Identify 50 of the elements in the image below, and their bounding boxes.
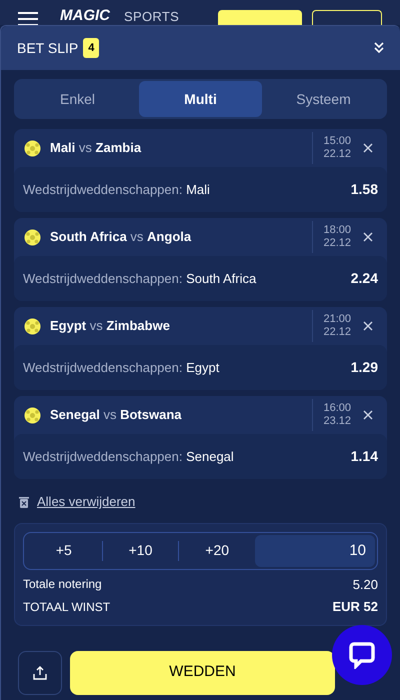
close-icon[interactable]	[363, 410, 373, 420]
bet-slip-title: BET SLIP	[17, 38, 78, 58]
odds-value: 1.29	[350, 358, 378, 377]
match-date: 22.12	[323, 237, 351, 250]
ball-icon	[24, 406, 41, 424]
odds-value: 2.24	[350, 269, 378, 288]
total-label: TOTAAL WINST	[23, 598, 110, 616]
chat-icon	[348, 641, 376, 669]
match-date: 22.12	[323, 326, 351, 339]
quick-amount-button[interactable]: +5	[26, 534, 102, 566]
share-icon	[33, 666, 47, 680]
quick-amount-button[interactable]: +10	[102, 534, 178, 566]
ball-icon	[24, 140, 41, 156]
close-icon[interactable]	[363, 143, 373, 153]
collapse-icon[interactable]	[374, 42, 384, 54]
logo-text: MAGIC	[60, 8, 110, 23]
market-pick: Wedstrijdweddenschappen: South Africa	[23, 270, 256, 288]
total-value: EUR 52	[332, 598, 378, 616]
trash-icon[interactable]	[19, 496, 29, 508]
odds-value: 1.14	[350, 447, 378, 466]
share-button[interactable]	[18, 650, 62, 694]
match-title: Mali vs Zambia	[50, 139, 142, 158]
match-time: 15:00	[323, 135, 351, 148]
close-icon[interactable]	[363, 321, 373, 331]
market-pick: Wedstrijdweddenschappen: Senegal	[23, 448, 234, 466]
match-date: 22.12	[323, 148, 351, 161]
ball-icon	[24, 228, 41, 246]
remove-all-link[interactable]: Alles verwijderen	[37, 492, 136, 512]
match-time: 16:00	[323, 402, 351, 415]
place-bet-button[interactable]: WEDDEN	[70, 650, 335, 694]
total-value: 5.20	[352, 576, 378, 594]
match-date: 23.12	[323, 415, 351, 428]
market-pick: Wedstrijdweddenschappen: Mali	[23, 180, 210, 199]
match-title: Egypt vs Zimbabwe	[50, 317, 170, 336]
match-time: 21:00	[323, 313, 351, 326]
bet-type-tab[interactable]: Enkel	[16, 81, 139, 117]
match-title: South Africa vs Angola	[50, 228, 192, 246]
total-label: Totale notering	[23, 576, 102, 594]
bet-type-tab[interactable]: Multi	[139, 81, 262, 117]
stake-input[interactable]: 10	[255, 534, 376, 566]
match-time: 18:00	[323, 224, 351, 237]
count-badge: 4	[83, 38, 100, 58]
ball-icon	[24, 318, 41, 334]
close-icon[interactable]	[363, 232, 373, 242]
odds-value: 1.58	[350, 180, 378, 199]
bet-type-tab[interactable]: Systeem	[262, 81, 385, 117]
match-title: Senegal vs Botswana	[50, 406, 182, 424]
quick-amount-button[interactable]: +20	[179, 534, 256, 566]
market-pick: Wedstrijdweddenschappen: Egypt	[23, 358, 220, 377]
logo-subtitle: SPORTS	[124, 10, 180, 23]
